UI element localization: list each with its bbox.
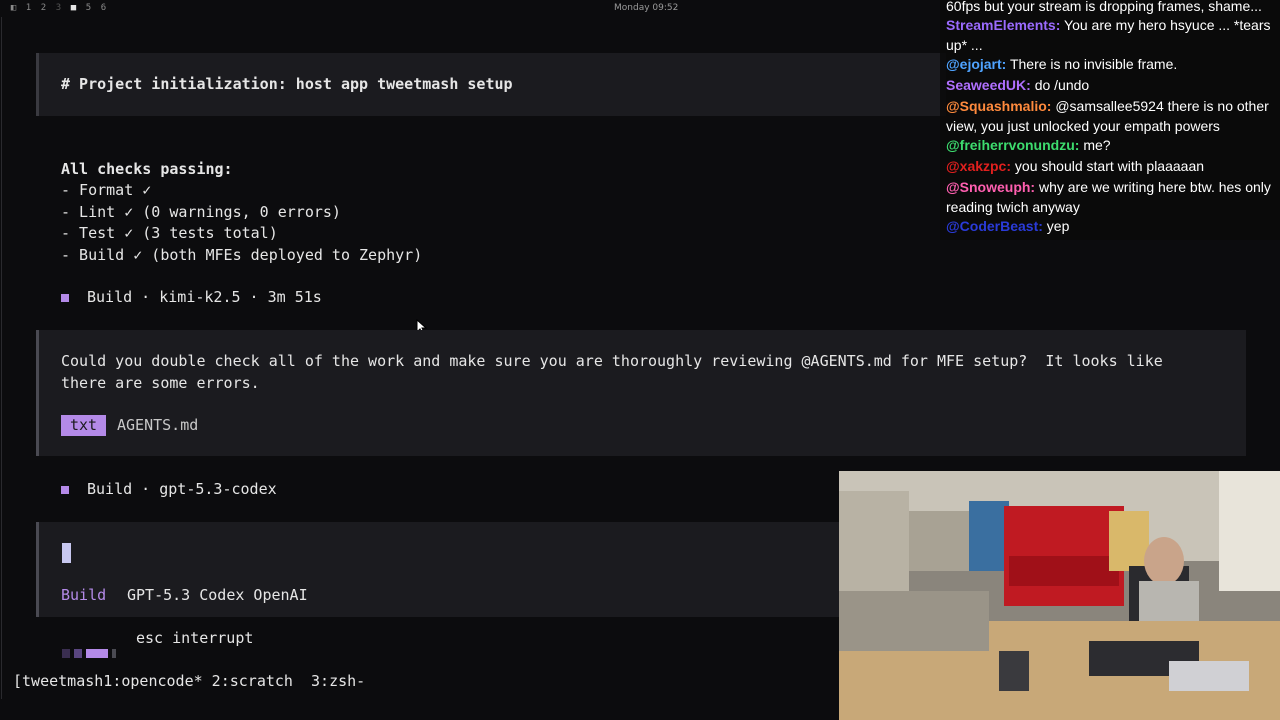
build-square-icon <box>61 485 69 494</box>
chat-message: 60fps but your stream is dropping frames… <box>946 0 1272 16</box>
chat-user: SeaweedUK: <box>946 77 1031 93</box>
chat-message: @xakzpc: you should start with plaaaaan <box>946 156 1272 176</box>
chat-user: StreamElements: <box>946 17 1061 33</box>
chat-message: @Squashmalio: @samsallee5924 there is no… <box>946 96 1272 136</box>
spinner-dot <box>74 649 82 658</box>
attachment-type-badge: txt <box>61 415 107 436</box>
webcam-scene <box>839 471 1280 720</box>
prompt-line-1: Could you double check all of the work a… <box>61 352 1163 370</box>
chat-message: StreamElements: You are my hero hsyuce .… <box>946 15 1272 55</box>
chat-user: @freiherrvonundzu: <box>946 137 1080 153</box>
checks-title: All checks passing: <box>61 160 233 178</box>
chat-user: @Squashmalio: <box>946 98 1052 114</box>
chat-text: There is no invisible frame. <box>1006 56 1178 72</box>
model-label[interactable]: GPT-5.3 Codex OpenAI <box>127 585 308 606</box>
build-square-icon <box>61 293 69 302</box>
workspace-2[interactable]: 2 <box>40 3 47 13</box>
prompt-line-2: there are some errors. <box>61 374 260 392</box>
workspace-6[interactable]: 6 <box>100 3 107 13</box>
clock: Monday 09:52 <box>614 3 679 13</box>
tmux-status-bar[interactable]: [tweetmash1:opencode* 2:scratch 3:zsh- <box>13 672 365 690</box>
interrupt-hint: esc interrupt <box>136 629 254 647</box>
task-heading: # Project initialization: host app tweet… <box>61 75 513 93</box>
attachment-name[interactable]: AGENTS.md <box>117 415 198 436</box>
webcam-overlay <box>839 471 1280 720</box>
workspace-5[interactable]: 5 <box>85 3 92 13</box>
chat-text: me? <box>1079 137 1111 153</box>
mode-label[interactable]: Build <box>61 585 106 606</box>
chat-text: yep <box>1042 218 1070 234</box>
chat-user: @Snoweuph: <box>946 179 1036 195</box>
block-border <box>36 522 39 617</box>
chat-text: you should start with plaaaaan <box>1011 158 1205 174</box>
text-cursor <box>62 543 71 563</box>
progress-spinner <box>62 649 116 658</box>
chat-message: @freiherrvonundzu: me? <box>946 135 1272 155</box>
chat-message: SeaweedUK: do /undo <box>946 75 1272 95</box>
check-test: - Test ✓ (3 tests total) <box>61 224 278 242</box>
workspace-3[interactable]: 3 <box>55 3 62 13</box>
workspace-grid-icon[interactable]: ◧ <box>10 3 17 13</box>
build-status-text: Build · kimi-k2.5 · 3m 51s <box>87 288 322 306</box>
check-lint: - Lint ✓ (0 warnings, 0 errors) <box>61 203 341 221</box>
chat-message: @CoderBeast: yep <box>946 216 1272 236</box>
chat-user: @CoderBeast: <box>946 218 1043 234</box>
chat-text: 60fps but your stream is dropping frames… <box>946 0 1262 14</box>
chat-user: @ejojart: <box>946 56 1007 72</box>
stream-chat-overlay: 60fps but your stream is dropping frames… <box>940 0 1280 240</box>
chat-message: @ejojart: There is no invisible frame. <box>946 54 1272 74</box>
spinner-dot <box>112 649 116 658</box>
chat-message: @Snoweuph: why are we writing here btw. … <box>946 177 1272 217</box>
block-border <box>36 53 39 116</box>
chat-text: do /undo <box>1030 77 1090 93</box>
spinner-dot <box>62 649 70 658</box>
workspace-1[interactable]: 1 <box>25 3 32 13</box>
check-build: - Build ✓ (both MFEs deployed to Zephyr) <box>61 246 423 264</box>
block-border <box>36 330 39 456</box>
build-status-2: Build · gpt-5.3-codex <box>61 479 277 500</box>
check-format: - Format ✓ <box>61 181 152 199</box>
spinner-dot <box>86 649 108 658</box>
build-status-1: Build · kimi-k2.5 · 3m 51s <box>61 287 322 308</box>
build-status-text: Build · gpt-5.3-codex <box>87 480 277 498</box>
workspace-indicator: ◧ 1 2 3 ■ 5 6 <box>10 3 107 13</box>
chat-user: @xakzpc: <box>946 158 1012 174</box>
workspace-active-icon[interactable]: ■ <box>70 3 77 13</box>
